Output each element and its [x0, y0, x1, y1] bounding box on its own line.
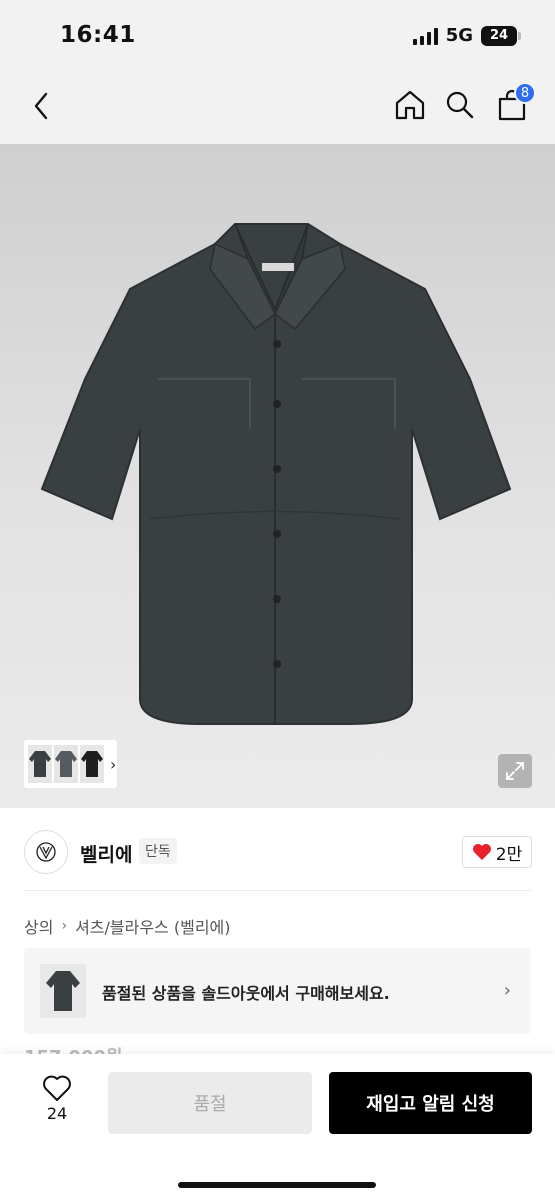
breadcrumb-category[interactable]: 상의	[24, 914, 53, 938]
status-time: 16:41	[60, 22, 136, 48]
expand-icon	[506, 762, 524, 780]
divider	[24, 890, 531, 891]
chevron-right-icon: ›	[503, 980, 511, 1001]
chevron-right-icon: ›	[61, 918, 68, 934]
expand-button[interactable]	[498, 754, 532, 788]
network-type: 5G	[445, 25, 473, 46]
status-bar: 16:41 5G 24	[0, 0, 555, 70]
brand-like-button[interactable]: 2만	[462, 836, 532, 868]
chevron-left-icon	[34, 92, 48, 120]
home-button[interactable]	[392, 86, 428, 124]
home-icon	[395, 90, 425, 120]
battery-icon: 24	[481, 25, 521, 46]
chevron-right-icon: ›	[110, 754, 117, 774]
breadcrumb: 상의 › 셔츠/블라우스 (벨리에)	[24, 914, 231, 938]
battery-level: 24	[489, 28, 509, 43]
search-button[interactable]	[442, 86, 478, 124]
shirt-image	[40, 223, 512, 725]
cart-button[interactable]: 8	[494, 82, 536, 124]
nav-bar: 8	[0, 70, 555, 144]
back-button[interactable]	[26, 88, 56, 124]
brand-name[interactable]: 벨리에	[80, 840, 132, 867]
thumbnail-strip[interactable]: ›	[24, 740, 117, 788]
wishlist-count: 24	[46, 1104, 68, 1123]
thumbnail-3[interactable]	[80, 745, 104, 783]
breadcrumb-subcategory[interactable]: 셔츠/블라우스 (벨리에)	[75, 914, 230, 938]
wishlist-button[interactable]: 24	[30, 1074, 84, 1134]
search-icon	[446, 91, 474, 119]
bottom-action-bar: 24 품절 재입고 알림 신청	[0, 1054, 555, 1200]
thumbnail-1[interactable]	[28, 745, 52, 783]
brand-like-count: 2만	[495, 844, 523, 865]
restock-alert-button[interactable]: 재입고 알림 신청	[329, 1072, 532, 1134]
brand-logo[interactable]	[24, 830, 68, 874]
soldout-banner[interactable]: 품절된 상품을 솔드아웃에서 구매해보세요. ›	[24, 948, 531, 1034]
product-image[interactable]: ›	[0, 144, 555, 808]
banner-text: 품절된 상품을 솔드아웃에서 구매해보세요.	[102, 984, 390, 1003]
heart-icon	[472, 844, 491, 860]
exclusive-badge: 단독	[139, 838, 177, 864]
soldout-button[interactable]: 품절	[108, 1072, 312, 1134]
thumbnail-2[interactable]	[54, 745, 78, 783]
home-indicator	[178, 1182, 376, 1188]
banner-product-thumbnail	[40, 964, 86, 1018]
heart-outline-icon	[43, 1075, 71, 1101]
status-indicators: 5G 24	[412, 25, 521, 46]
brand-row: 벨리에 단독 2만	[0, 808, 555, 892]
signal-icon	[412, 27, 438, 45]
cart-count-badge: 8	[514, 82, 536, 104]
